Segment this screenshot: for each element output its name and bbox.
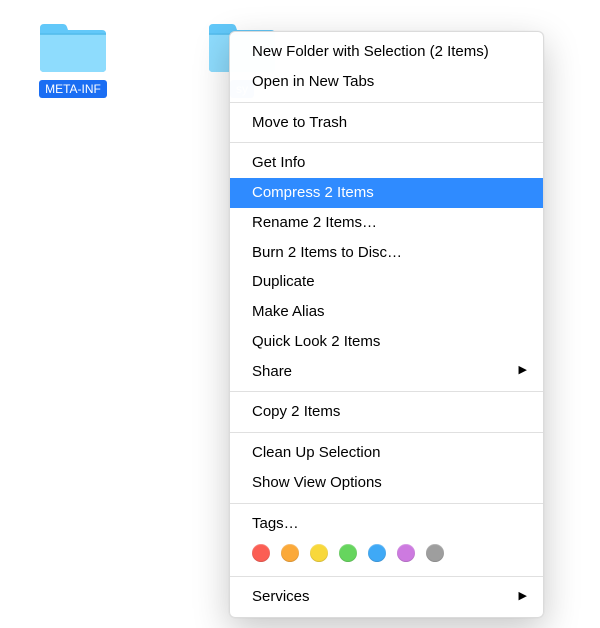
menu-item-compress[interactable]: Compress 2 Items <box>230 178 543 208</box>
menu-separator <box>230 102 543 103</box>
menu-separator <box>230 576 543 577</box>
menu-separator <box>230 432 543 433</box>
menu-item-copy[interactable]: Copy 2 Items <box>230 397 543 427</box>
menu-item-tags[interactable]: Tags… <box>230 509 543 539</box>
menu-item-label: Share <box>252 361 292 383</box>
tag-blue[interactable] <box>368 544 386 562</box>
menu-item-rename[interactable]: Rename 2 Items… <box>230 208 543 238</box>
tag-green[interactable] <box>339 544 357 562</box>
menu-item-label: Open in New Tabs <box>252 71 374 93</box>
menu-item-make-alias[interactable]: Make Alias <box>230 297 543 327</box>
menu-item-label: Tags… <box>252 513 299 535</box>
menu-item-label: Duplicate <box>252 271 315 293</box>
menu-item-label: Quick Look 2 Items <box>252 331 380 353</box>
menu-item-label: Compress 2 Items <box>252 182 374 204</box>
menu-item-quick-look[interactable]: Quick Look 2 Items <box>230 327 543 357</box>
folder-icon <box>37 18 109 76</box>
submenu-arrow-icon: ▶ <box>519 363 527 379</box>
tag-orange[interactable] <box>281 544 299 562</box>
menu-item-label: Make Alias <box>252 301 325 323</box>
menu-item-duplicate[interactable]: Duplicate <box>230 267 543 297</box>
menu-item-label: Show View Options <box>252 472 382 494</box>
menu-item-label: New Folder with Selection (2 Items) <box>252 41 489 63</box>
menu-item-label: Services <box>252 586 310 608</box>
menu-item-services[interactable]: Services ▶ <box>230 582 543 612</box>
menu-item-label: Rename 2 Items… <box>252 212 377 234</box>
menu-separator <box>230 142 543 143</box>
context-menu: New Folder with Selection (2 Items) Open… <box>229 31 544 618</box>
menu-item-show-view-options[interactable]: Show View Options <box>230 468 543 498</box>
submenu-arrow-icon: ▶ <box>519 589 527 605</box>
menu-item-label: Copy 2 Items <box>252 401 340 423</box>
folder-label: META-INF <box>39 80 107 98</box>
menu-item-label: Clean Up Selection <box>252 442 380 464</box>
menu-item-get-info[interactable]: Get Info <box>230 148 543 178</box>
tag-red[interactable] <box>252 544 270 562</box>
tag-purple[interactable] <box>397 544 415 562</box>
menu-item-share[interactable]: Share ▶ <box>230 357 543 387</box>
menu-separator <box>230 503 543 504</box>
menu-item-burn-to-disc[interactable]: Burn 2 Items to Disc… <box>230 238 543 268</box>
tags-row <box>230 538 543 571</box>
menu-item-open-in-new-tabs[interactable]: Open in New Tabs <box>230 67 543 97</box>
menu-separator <box>230 391 543 392</box>
menu-item-label: Burn 2 Items to Disc… <box>252 242 402 264</box>
menu-item-label: Move to Trash <box>252 112 347 134</box>
folder-item[interactable]: META-INF <box>28 18 118 98</box>
menu-item-clean-up-selection[interactable]: Clean Up Selection <box>230 438 543 468</box>
menu-item-label: Get Info <box>252 152 305 174</box>
menu-item-move-to-trash[interactable]: Move to Trash <box>230 108 543 138</box>
menu-item-new-folder-with-selection[interactable]: New Folder with Selection (2 Items) <box>230 37 543 67</box>
tag-gray[interactable] <box>426 544 444 562</box>
tag-yellow[interactable] <box>310 544 328 562</box>
